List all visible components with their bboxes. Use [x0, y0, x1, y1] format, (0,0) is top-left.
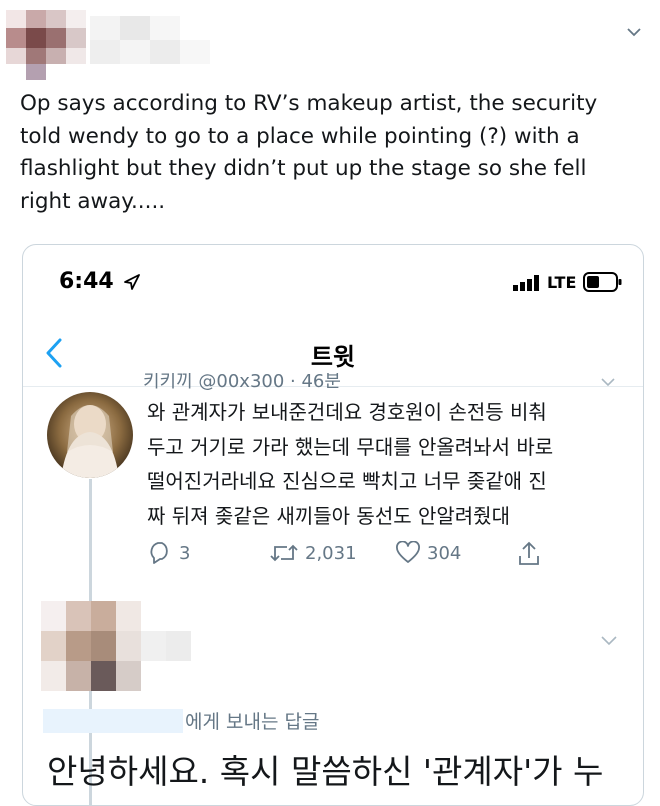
like-button[interactable]: 304	[395, 541, 461, 565]
chevron-down-icon[interactable]	[599, 633, 619, 647]
avatar[interactable]	[6, 10, 86, 80]
mention-link[interactable]	[43, 708, 183, 733]
reply-count: 3	[179, 542, 191, 564]
share-button[interactable]	[517, 541, 541, 567]
signal-icon	[513, 275, 545, 291]
quoted-tweet-text: 와 관계자가 보내준건데요 경호원이 손전등 비춰 두고 거기로 가라 했는데 …	[147, 400, 554, 528]
chevron-down-icon[interactable]	[599, 375, 617, 389]
like-count: 304	[427, 542, 462, 564]
tweet-text: Op says according to RV’s makeup artist,…	[20, 91, 598, 214]
reply-icon	[150, 542, 168, 564]
replying-to: 에게 보내는 답글	[43, 707, 319, 734]
author-name[interactable]	[90, 16, 220, 64]
network-label: LTE	[547, 273, 577, 292]
screen-title: 트윗	[310, 343, 356, 371]
avatar[interactable]	[47, 392, 133, 478]
tweet-media-screenshot[interactable]: 6:44 LTE 트윗 키키끼 @00x300 · 46분 와 관계자가 보내준…	[22, 244, 644, 806]
retweet-button[interactable]: 2,031	[269, 541, 357, 565]
reply-button[interactable]: 3	[147, 541, 190, 565]
avatar[interactable]	[41, 601, 221, 691]
reply-tweet-text: 안녕하세요. 혹시 말씀하신 '관계자'가 누	[47, 752, 604, 791]
location-arrow-icon	[123, 273, 141, 291]
retweet-count: 2,031	[305, 542, 357, 564]
quoted-author-line: 키키끼 @00x300 · 46분	[143, 373, 341, 392]
like-icon	[396, 541, 420, 563]
battery-icon	[583, 272, 623, 292]
chevron-down-icon[interactable]	[624, 22, 644, 42]
share-icon	[519, 541, 539, 565]
status-time: 6:44	[59, 269, 114, 294]
retweet-icon	[270, 544, 298, 562]
